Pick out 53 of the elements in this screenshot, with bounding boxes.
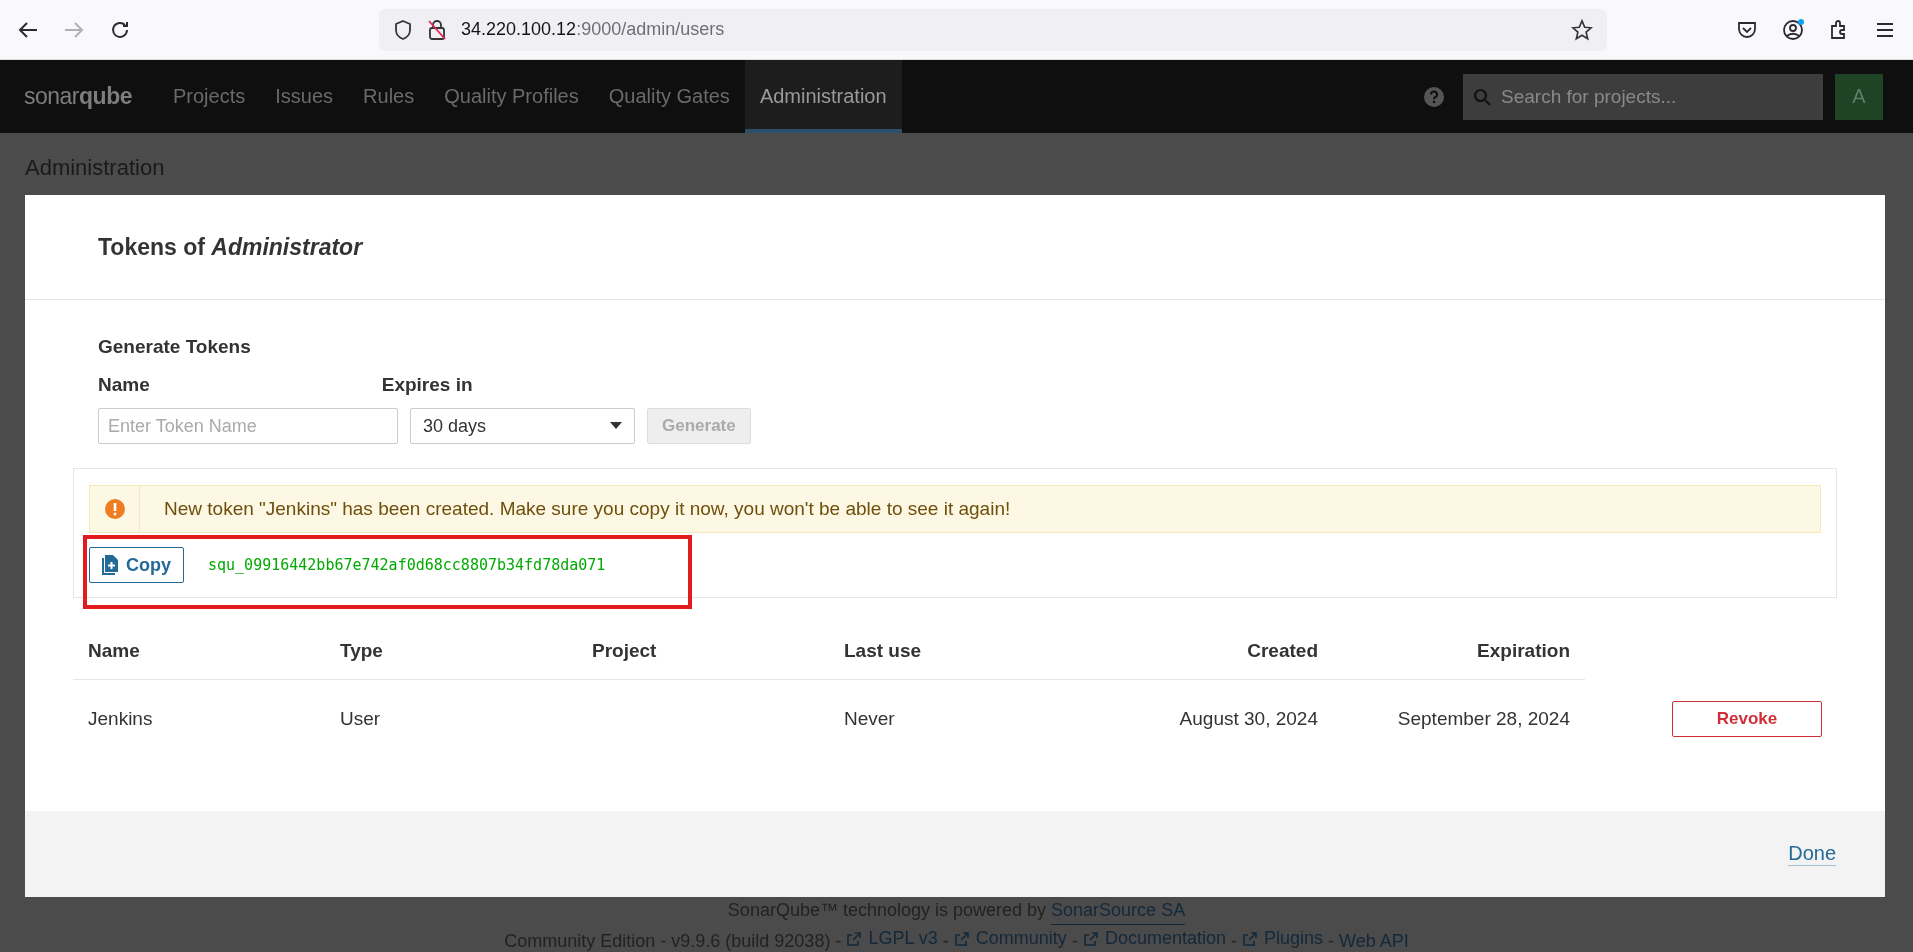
shield-icon	[393, 18, 413, 41]
column-header: Expiration	[1333, 622, 1585, 680]
done-link[interactable]: Done	[1788, 842, 1836, 866]
separator-text: -	[660, 930, 667, 951]
external-link-icon	[953, 930, 970, 947]
table-cell: Jenkins	[88, 708, 153, 730]
token-name-field[interactable]: Enter Token Name	[98, 408, 398, 444]
dialog-title: Tokens of Administrator	[98, 233, 363, 261]
separator-text: -	[1328, 930, 1335, 951]
copy-button[interactable]: Copy	[89, 547, 184, 583]
logo[interactable]: sonarqube	[24, 83, 132, 110]
nav-tab[interactable]: Rules	[348, 60, 430, 133]
table-cell: August 30, 2024	[1179, 708, 1318, 730]
table-cell: Never	[844, 708, 895, 730]
help-icon[interactable]	[1423, 85, 1445, 108]
column-header: Project	[577, 622, 829, 680]
external-link-icon	[1082, 930, 1099, 947]
column-header: Created	[1081, 622, 1333, 680]
star-icon[interactable]	[1571, 18, 1593, 41]
caret-icon	[610, 422, 622, 430]
separator-text: -	[1071, 930, 1078, 951]
account-icon[interactable]	[1781, 17, 1805, 42]
field-label: Name	[98, 374, 150, 396]
address-bar[interactable]: 34.220.100.12:9000/admin/users	[379, 8, 1607, 51]
url-path: :9000/admin/users	[576, 19, 725, 40]
table-cell: User	[340, 708, 381, 730]
expiry-dropdown[interactable]: 30 days	[410, 408, 635, 444]
external-link-icon	[1242, 930, 1258, 947]
column-header: Name	[73, 622, 325, 680]
search-field[interactable]: Search for projects...	[1463, 73, 1823, 120]
section-heading: Generate Tokens	[98, 336, 252, 358]
alert-message: New token "Jenkins" has been created. Make sure you copy it now, you won't be able to see it again!	[163, 497, 1011, 521]
url-host: 34.220.100.12	[461, 19, 577, 40]
external-link-icon	[846, 930, 863, 947]
column-header: Type	[325, 622, 577, 680]
table-cell: September 28, 2024	[1397, 708, 1570, 730]
nav-tab[interactable]: Projects	[158, 60, 261, 133]
separator-text: -	[1231, 930, 1237, 951]
clipboard-plus-icon	[102, 555, 118, 575]
search-icon	[1473, 87, 1491, 106]
user-avatar[interactable]: A	[1835, 73, 1883, 120]
lock-slash-icon	[427, 18, 447, 41]
warning-icon	[104, 499, 125, 519]
nav-tab[interactable]: Administration	[744, 60, 902, 133]
nav-tab[interactable]: Issues	[260, 60, 349, 133]
separator-text: -	[835, 930, 842, 951]
separator-text: -	[942, 930, 949, 951]
column-header: Last use	[829, 622, 1081, 680]
token-value: squ_09916442bb67e742af0d68cc8807b34fd78da071	[208, 556, 606, 574]
nav-tab[interactable]: Quality Gates	[593, 60, 745, 133]
field-label: Expires in	[381, 374, 473, 396]
revoke-button[interactable]: Revoke	[1672, 701, 1822, 737]
nav-tab[interactable]: Quality Profiles	[429, 60, 594, 133]
